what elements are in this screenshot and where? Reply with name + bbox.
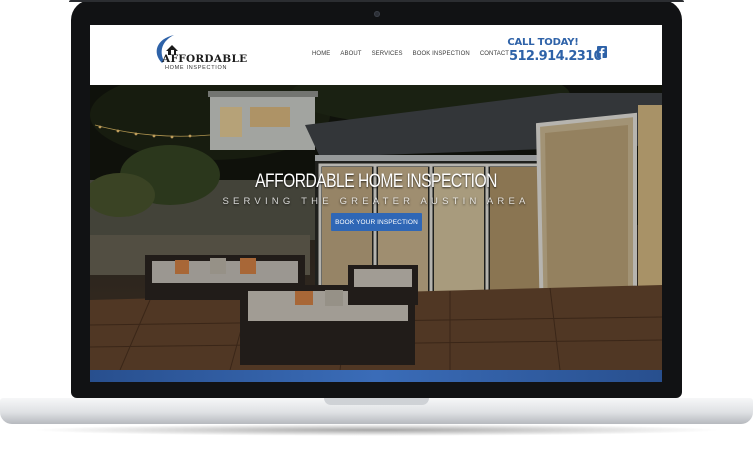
nav-services[interactable]: SERVICES bbox=[372, 51, 403, 57]
laptop-shadow bbox=[30, 424, 723, 436]
nav-book-inspection[interactable]: BOOK INSPECTION bbox=[413, 51, 470, 57]
logo-subtitle: HOME INSPECTION bbox=[165, 65, 228, 71]
call-block: CALL TODAY! 512.914.2310 bbox=[507, 37, 603, 64]
call-label: CALL TODAY! bbox=[507, 37, 579, 48]
laptop-notch bbox=[324, 398, 429, 405]
book-inspection-button[interactable]: BOOK YOUR INSPECTION bbox=[331, 213, 422, 231]
laptop-screen: AFFORDABLE HOME INSPECTION HOME ABOUT SE… bbox=[90, 25, 662, 382]
logo-title: AFFORDABLE bbox=[162, 53, 248, 65]
phone-link[interactable]: 512.914.2310 bbox=[507, 49, 603, 64]
main-nav: HOME ABOUT SERVICES BOOK INSPECTION CONT… bbox=[312, 51, 509, 57]
webcam-icon bbox=[374, 11, 380, 17]
hero-subtitle: SERVING THE GREATER AUSTIN AREA bbox=[222, 196, 530, 207]
blue-accent-band bbox=[90, 370, 662, 382]
nav-home[interactable]: HOME bbox=[312, 51, 330, 57]
hero-title: AFFORDABLE HOME INSPECTION bbox=[255, 171, 497, 192]
laptop-lid-edge bbox=[69, 0, 684, 2]
site-header: AFFORDABLE HOME INSPECTION HOME ABOUT SE… bbox=[90, 25, 662, 85]
nav-about[interactable]: ABOUT bbox=[340, 51, 361, 57]
site-logo[interactable]: AFFORDABLE HOME INSPECTION bbox=[148, 31, 258, 77]
hero-section: AFFORDABLE HOME INSPECTION SERVING THE G… bbox=[90, 85, 662, 370]
nav-contact[interactable]: CONTACT bbox=[480, 51, 509, 57]
phone-number: 512.914.2310 bbox=[509, 49, 603, 64]
facebook-icon[interactable] bbox=[597, 46, 607, 58]
